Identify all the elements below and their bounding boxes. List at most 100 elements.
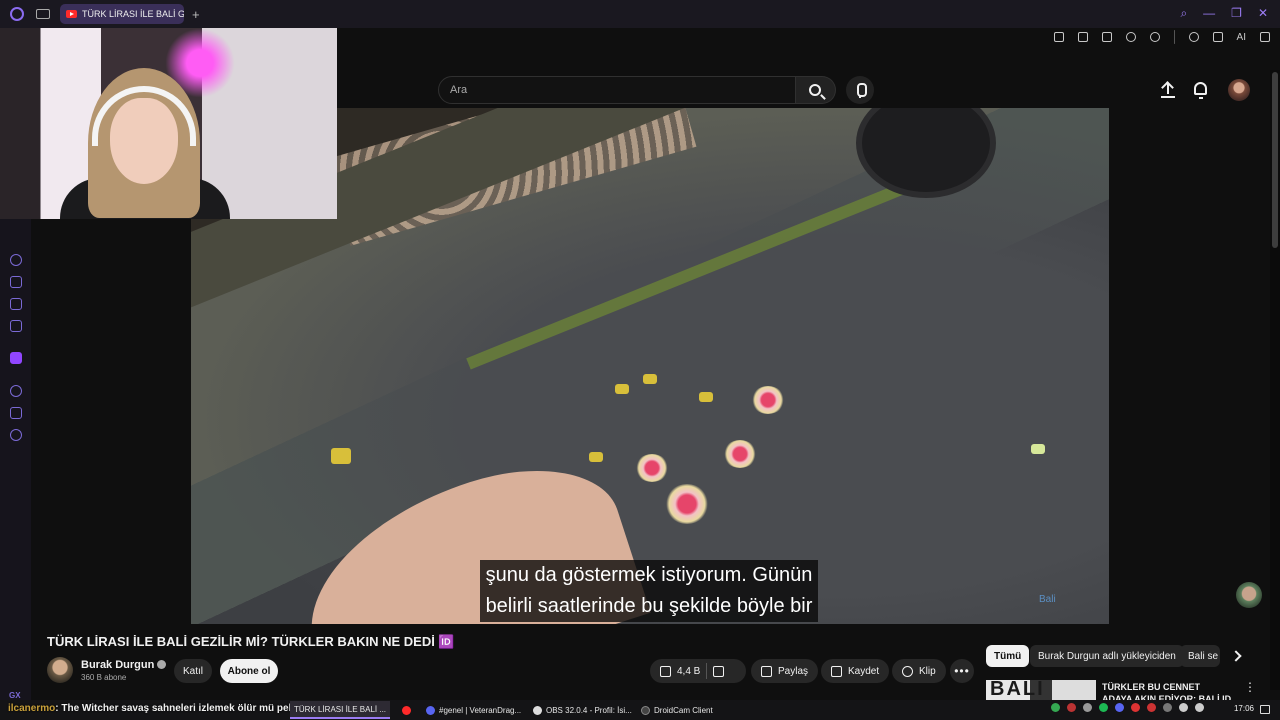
video-frame-offering [723,440,757,468]
messenger-icon[interactable] [10,320,22,332]
account-avatar[interactable] [1228,79,1250,101]
channel-name-row[interactable]: Burak Durgun [81,659,167,671]
minimize-icon[interactable]: — [1203,6,1215,21]
taskbar-item-youtube[interactable]: TÜRK LİRASI İLE BALİ ... [290,701,391,719]
browser-titlebar: TÜRK LİRASI İLE BALİ G + ⌕ — ❐ ✕ [0,0,1280,28]
recommendation-thumb-text: BALİ [990,680,1045,700]
twitch-icon[interactable] [10,352,22,364]
video-frame-leaf [331,448,351,464]
channel-name[interactable]: Burak Durgun [81,659,154,671]
notifications-bell-icon[interactable] [1194,82,1207,99]
verified-icon [157,660,167,669]
search-icon[interactable]: ⌕ [1180,6,1187,21]
chip-bali[interactable]: Bali se [1180,645,1220,667]
like-count[interactable]: 4,4 B [677,666,700,677]
search-bar: Ara [438,76,836,104]
download-icon[interactable] [1212,32,1223,42]
save-button[interactable]: Kaydet [821,659,890,683]
window-controls: ⌕ — ❐ ✕ [1180,6,1268,21]
scissors-icon [902,665,913,677]
history-icon[interactable] [10,385,22,397]
taskbar-item-discord[interactable]: #genel | VeteranDrag... [422,701,525,719]
caption-line-1: şunu da göstermek istiyorum. Günün [479,560,819,591]
discord-tray-icon[interactable] [1115,703,1124,712]
video-frame-offering [665,484,709,524]
video-frame-leaf [699,392,713,402]
chevron-right-icon[interactable] [1230,650,1242,662]
recommendation-title[interactable]: TÜRKLER BU CENNET ADAYA AKIN EDİYOR: BAL… [1102,681,1232,700]
browser-tab-active[interactable]: TÜRK LİRASI İLE BALİ G [60,4,184,24]
tray-app-icon[interactable] [1083,703,1092,712]
subscribe-button[interactable]: Abone ol [220,659,278,683]
tray-app-icon[interactable] [1051,703,1060,712]
opera-app-icon [402,705,411,715]
obs-app-icon [533,705,542,715]
speed-dial-icon[interactable] [10,254,22,266]
opera-logo-icon[interactable] [10,7,24,21]
chip-all[interactable]: Tümü [986,645,1030,667]
taskbar-clock[interactable]: 17:06 [1234,704,1254,713]
search-placeholder: Ara [450,84,468,96]
video-title: TÜRK LİRASI İLE BALİ GEZİLİR Mİ? TÜRKLER… [47,634,455,649]
pen-icon[interactable] [10,298,22,310]
steam-tray-icon[interactable] [1163,703,1172,712]
bag-icon[interactable] [10,276,22,288]
tray-app-icon[interactable] [1147,703,1156,712]
microphone-tray-icon[interactable] [1179,703,1188,712]
subscriber-count: 360 B abone [81,673,127,682]
toolbar-divider [1173,30,1175,44]
tab-overview-icon[interactable] [36,9,50,19]
ai-button[interactable]: AI [1237,32,1246,43]
menu-icon[interactable] [1260,32,1270,42]
taskbar-item-label: #genel | VeteranDrag... [439,705,522,715]
share-icon [761,665,772,677]
video-frame-leaf [1031,444,1045,454]
video-frame-offering [635,454,669,482]
system-tray [1051,703,1204,712]
taskbar-item-droidcam[interactable]: DroidCam Client [637,701,717,719]
recommendation-more-icon[interactable]: ⋮ [1244,680,1256,694]
like-icon[interactable] [660,665,671,677]
video-captions: şunu da göstermek istiyorum. Günün belir… [458,560,840,622]
volume-tray-icon[interactable] [1195,703,1204,712]
new-tab-button[interactable]: + [192,7,200,22]
screenshot-icon[interactable] [1077,32,1088,42]
chat-notification-text: : The Witcher savaş sahneleri izlemek öl… [55,703,297,714]
extensions-icon[interactable] [10,407,22,419]
more-actions-button[interactable]: ••• [950,659,974,683]
pin-icon[interactable] [1053,32,1064,42]
taskbar-item-obs[interactable]: OBS 32.0.4 - Profil: İsi... [529,701,636,719]
taskbar-item-opera[interactable] [398,701,415,719]
dislike-icon[interactable] [713,665,725,677]
shield-icon[interactable] [1101,32,1112,42]
play-icon[interactable] [1125,32,1136,42]
notification-center-icon[interactable] [1260,705,1270,714]
join-button[interactable]: Katıl [174,659,212,683]
floating-avatar[interactable] [1236,582,1262,608]
close-icon[interactable]: ✕ [1258,6,1268,21]
tray-app-icon[interactable] [1067,703,1076,712]
video-watermark: Bali [1039,594,1056,605]
video-frame-leaf [643,374,657,384]
recommendation-thumbnail[interactable]: BALİ [986,680,1096,700]
search-button[interactable] [796,76,836,104]
heart-icon[interactable] [1149,32,1160,42]
settings-icon[interactable] [10,429,22,441]
channel-avatar[interactable] [47,657,73,683]
chip-from-uploader[interactable]: Burak Durgun adlı yükleyiciden [1030,645,1184,667]
search-icon [809,84,821,96]
voice-search-button[interactable] [846,76,874,104]
tray-app-icon[interactable] [1131,703,1140,712]
search-input[interactable]: Ara [438,76,796,104]
caption-line-2: belirli saatlerinde bu şekilde böyle bir [479,591,819,622]
youtube-favicon-icon [66,10,77,18]
taskbar-item-label: TÜRK LİRASI İLE BALİ ... [294,704,387,714]
clip-button[interactable]: Klip [892,659,946,683]
profile-icon[interactable] [1188,32,1199,42]
restore-icon[interactable]: ❐ [1231,6,1242,21]
scrollbar-thumb[interactable] [1272,72,1278,248]
share-button[interactable]: Paylaş [751,659,819,683]
windows-taskbar: ilcanermo: The Witcher savaş sahneleri i… [0,700,1280,720]
upload-icon-base [1161,96,1175,98]
spotify-tray-icon[interactable] [1099,703,1108,712]
